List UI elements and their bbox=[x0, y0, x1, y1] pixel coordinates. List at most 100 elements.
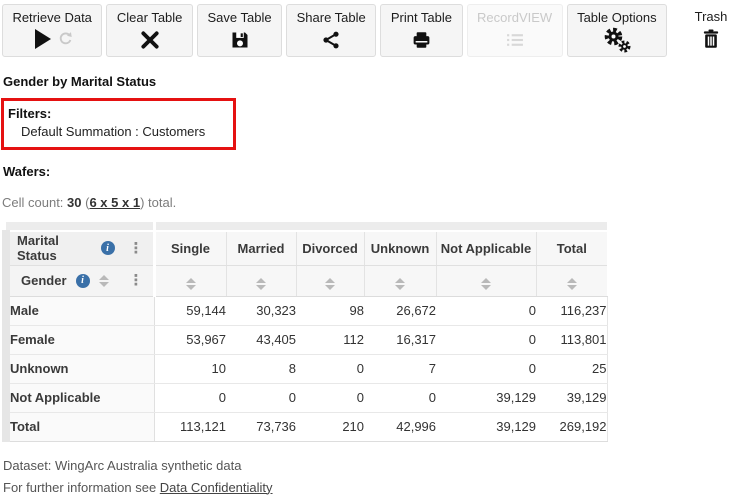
printer-icon bbox=[411, 27, 432, 53]
data-confidentiality-link[interactable]: Data Confidentiality bbox=[160, 480, 273, 495]
x-icon bbox=[140, 27, 160, 53]
data-cell: 269,192 bbox=[536, 412, 608, 442]
data-cell: 73,736 bbox=[226, 412, 297, 442]
data-cell: 39,129 bbox=[436, 412, 537, 442]
recordview-label: RecordVIEW bbox=[477, 10, 553, 25]
share-table-button[interactable]: Share Table bbox=[286, 4, 377, 57]
data-cell: 112 bbox=[296, 325, 365, 355]
filter-item: Default Summation : Customers bbox=[21, 124, 206, 139]
data-cell: 0 bbox=[296, 354, 365, 384]
data-cell: 0 bbox=[436, 325, 537, 355]
row-label: Unknown bbox=[1, 354, 155, 384]
data-cell: 39,129 bbox=[536, 383, 608, 413]
kebab-menu-icon[interactable]: ⋮ bbox=[127, 273, 146, 288]
retrieve-data-label: Retrieve Data bbox=[12, 10, 92, 25]
data-cell: 0 bbox=[436, 296, 537, 326]
retrieve-data-button[interactable]: Retrieve Data bbox=[2, 4, 103, 57]
column-header[interactable]: Single bbox=[154, 231, 227, 266]
sort-icon[interactable] bbox=[566, 278, 577, 290]
info-icon[interactable]: i bbox=[75, 273, 90, 288]
table-row: Female 53,967 43,405 112 16,317 0 113,80… bbox=[1, 325, 608, 355]
sort-icon[interactable] bbox=[256, 278, 267, 290]
clear-table-label: Clear Table bbox=[116, 10, 183, 25]
data-cell: 116,237 bbox=[536, 296, 608, 326]
data-cell: 7 bbox=[364, 354, 437, 384]
row-label: Male bbox=[1, 296, 155, 326]
page-title: Gender by Marital Status bbox=[3, 74, 157, 89]
trash-button[interactable]: Trash bbox=[681, 4, 741, 57]
floppy-icon bbox=[230, 27, 250, 53]
sort-icon[interactable] bbox=[325, 278, 336, 290]
filters-highlight-box: Filters: Default Summation : Customers bbox=[1, 98, 237, 150]
data-cell: 25 bbox=[536, 354, 608, 384]
column-header-row: Marital Status i ⋮ Single Married Divorc… bbox=[1, 231, 608, 266]
save-table-label: Save Table bbox=[207, 10, 272, 25]
column-header[interactable]: Unknown bbox=[363, 231, 437, 266]
share-table-label: Share Table bbox=[296, 10, 366, 25]
trash-icon bbox=[701, 26, 721, 52]
column-header[interactable]: Total bbox=[535, 231, 608, 266]
row-dimension-row: Gender i ⋮ bbox=[1, 265, 608, 297]
share-icon bbox=[321, 27, 341, 53]
wafers-heading: Wafers: bbox=[3, 164, 51, 179]
column-header[interactable]: Divorced bbox=[295, 231, 365, 266]
kebab-menu-icon[interactable]: ⋮ bbox=[127, 240, 146, 256]
recordview-button: RecordVIEW bbox=[466, 4, 563, 57]
confidentiality-note: For further information see Data Confide… bbox=[3, 477, 741, 499]
crosstab-table: Marital Status i ⋮ Single Married Divorc… bbox=[1, 222, 608, 442]
filters-heading: Filters: bbox=[8, 106, 52, 121]
table-row: Male 59,144 30,323 98 26,672 0 116,237 bbox=[1, 296, 608, 326]
cell-count-line: Cell count: 30 (6 x 5 x 1) total. bbox=[2, 195, 741, 210]
data-cell: 0 bbox=[154, 383, 227, 413]
list-icon bbox=[505, 27, 525, 53]
table-total-row: Total 113,121 73,736 210 42,996 39,129 2… bbox=[1, 412, 608, 442]
cell-count-prefix: Cell count: bbox=[2, 195, 68, 210]
cell-dimensions-link[interactable]: 6 x 5 x 1 bbox=[89, 195, 140, 210]
table-row: Unknown 10 8 0 7 0 25 bbox=[1, 354, 608, 384]
table-row: Not Applicable 0 0 0 0 39,129 39,129 bbox=[1, 383, 608, 413]
data-cell: 113,121 bbox=[154, 412, 227, 442]
data-cell: 43,405 bbox=[226, 325, 297, 355]
table-options-button[interactable]: Table Options bbox=[566, 4, 667, 57]
print-table-button[interactable]: Print Table bbox=[380, 4, 463, 57]
data-cell: 0 bbox=[226, 383, 297, 413]
cell-count-paren-close: ) bbox=[140, 195, 149, 210]
gears-icon bbox=[602, 27, 632, 53]
row-dimension-cell: Gender i ⋮ bbox=[1, 265, 156, 297]
clear-table-button[interactable]: Clear Table bbox=[106, 4, 193, 57]
column-header[interactable]: Married bbox=[225, 231, 297, 266]
data-cell: 0 bbox=[436, 354, 537, 384]
cell-count-value: 30 bbox=[67, 195, 82, 210]
data-cell: 59,144 bbox=[154, 296, 227, 326]
data-cell: 26,672 bbox=[364, 296, 437, 326]
data-cell: 30,323 bbox=[226, 296, 297, 326]
data-cell: 113,801 bbox=[536, 325, 608, 355]
sort-icon[interactable] bbox=[481, 278, 492, 290]
row-label: Not Applicable bbox=[1, 383, 155, 413]
data-cell: 0 bbox=[364, 383, 437, 413]
save-table-button[interactable]: Save Table bbox=[196, 4, 283, 57]
cell-count-suffix: total. bbox=[148, 195, 177, 210]
sort-icon[interactable] bbox=[185, 278, 196, 290]
play-icon bbox=[31, 27, 53, 54]
data-cell: 10 bbox=[154, 354, 227, 384]
data-cell: 16,317 bbox=[364, 325, 437, 355]
col-dimension-cell: Marital Status i ⋮ bbox=[1, 231, 156, 266]
row-label: Total bbox=[1, 412, 155, 442]
trash-label: Trash bbox=[694, 9, 728, 24]
table-top-strip bbox=[6, 222, 608, 232]
data-cell: 210 bbox=[296, 412, 365, 442]
data-cell: 98 bbox=[296, 296, 365, 326]
refresh-icon bbox=[58, 31, 73, 49]
row-dimension-label: Gender bbox=[21, 273, 67, 288]
data-cell: 8 bbox=[226, 354, 297, 384]
data-cell: 42,996 bbox=[364, 412, 437, 442]
column-header[interactable]: Not Applicable bbox=[435, 231, 537, 266]
sort-icon[interactable] bbox=[98, 274, 109, 287]
data-cell: 39,129 bbox=[436, 383, 537, 413]
sort-icon[interactable] bbox=[395, 278, 406, 290]
info-icon[interactable]: i bbox=[100, 241, 115, 256]
col-dimension-label: Marital Status bbox=[17, 233, 59, 264]
print-table-label: Print Table bbox=[390, 10, 453, 25]
toolbar: Retrieve Data Clear Table Save Table Sha… bbox=[0, 0, 741, 57]
